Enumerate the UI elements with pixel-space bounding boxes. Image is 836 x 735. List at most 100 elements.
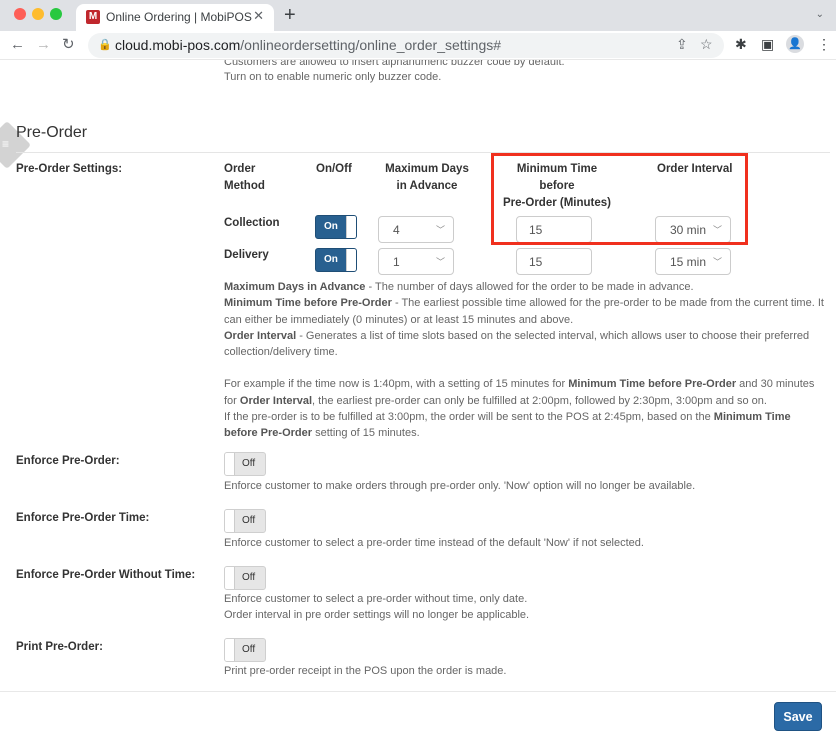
collection-min-time-input[interactable]	[516, 216, 592, 243]
tab-search-chevron-icon[interactable]: ⌄	[816, 9, 824, 20]
lock-icon[interactable]: 🔒	[98, 38, 112, 51]
mobipos-favicon-icon: M	[86, 10, 100, 24]
buzzer-note-line-2: Turn on to enable numeric only buzzer co…	[224, 71, 442, 83]
example-text: , the earliest pre-order can only be ful…	[312, 394, 767, 407]
print-pre-order-toggle[interactable]: Off	[224, 638, 266, 662]
toggle-label: On	[324, 221, 338, 232]
enforce-pre-order-time-toggle[interactable]: Off	[224, 509, 266, 533]
toggle-label: Off	[242, 644, 256, 655]
delivery-max-days-select[interactable]: 1 ﹀	[378, 248, 454, 275]
hamburger-icon: ≡	[2, 137, 10, 151]
forward-arrow-icon[interactable]: →	[36, 35, 51, 55]
select-value: 4	[393, 223, 400, 237]
url-host: cloud.mobi-pos.com	[115, 37, 241, 53]
delivery-order-interval-select[interactable]: 15 min ﹀	[655, 248, 731, 275]
collection-max-days-select[interactable]: 4 ﹀	[378, 216, 454, 243]
print-pre-order-desc: Print pre-order receipt in the POS upon …	[224, 665, 507, 677]
print-pre-order-label: Print Pre-Order:	[16, 641, 103, 653]
toggle-knob	[225, 639, 235, 661]
toggle-label: On	[324, 254, 338, 265]
url-text[interactable]: cloud.mobi-pos.com/onlineordersetting/on…	[115, 37, 501, 53]
help-term: Maximum Days in Advance	[224, 281, 366, 293]
help-example: For example if the time now is 1:40pm, w…	[224, 376, 824, 409]
browser-tab-active[interactable]: M Online Ordering | MobiPOS ✕	[76, 4, 274, 31]
browser-tab-bar: M Online Ordering | MobiPOS ✕ + ⌄	[0, 0, 836, 31]
enforce-pre-order-label: Enforce Pre-Order:	[16, 455, 120, 467]
new-tab-icon[interactable]: +	[284, 4, 296, 26]
page-content: Customers are allowed to insert alphanum…	[0, 60, 836, 735]
window-minimize-button[interactable]	[32, 8, 44, 20]
chevron-down-icon: ﹀	[712, 257, 722, 267]
header-min-time-line-2: before	[539, 180, 575, 192]
method-delivery: Delivery	[224, 249, 269, 261]
toggle-knob	[346, 249, 356, 271]
enforce-pre-order-time-desc: Enforce customer to select a pre-order t…	[224, 537, 644, 549]
header-max-days: Maximum Days in Advance	[372, 161, 482, 195]
browser-toolbar: ← → ↻ 🔒 cloud.mobi-pos.com/onlineorderse…	[0, 31, 836, 60]
toggle-label: Off	[242, 572, 256, 583]
enforce-pre-order-toggle[interactable]: Off	[224, 452, 266, 476]
enforce-pre-order-without-time-label: Enforce Pre-Order Without Time:	[16, 569, 196, 581]
delivery-min-time-input[interactable]	[516, 248, 592, 275]
header-min-time-line-3: Pre-Order (Minutes)	[503, 197, 611, 209]
side-panel-icon[interactable]: ▣	[761, 36, 774, 53]
select-value: 15 min	[670, 255, 707, 269]
help-interval: Order Interval - Generates a list of tim…	[224, 328, 824, 361]
pre-order-help-text: Maximum Days in Advance - The number of …	[224, 279, 824, 442]
example-text: If the pre-order is to be fulfilled at 3…	[224, 411, 714, 424]
header-order-method-line-1: Order	[224, 163, 256, 175]
window-maximize-button[interactable]	[50, 8, 62, 20]
toggle-label: Off	[242, 458, 256, 469]
header-order-interval: Order Interval	[657, 163, 733, 175]
toggle-knob	[225, 453, 235, 475]
enforce-pre-order-without-time-desc-2: Order interval in pre order settings wil…	[224, 609, 530, 621]
pre-order-settings-label: Pre-Order Settings:	[16, 163, 123, 175]
example-text: setting of 15 minutes.	[312, 427, 420, 440]
toggle-knob	[346, 216, 356, 238]
select-value: 1	[393, 255, 400, 269]
enforce-pre-order-without-time-desc-1: Enforce customer to select a pre-order w…	[224, 593, 528, 605]
extensions-puzzle-icon[interactable]: ✱	[735, 36, 747, 53]
save-button[interactable]: Save	[774, 702, 822, 731]
help-min-time: Minimum Time before Pre-Order - The earl…	[224, 295, 824, 328]
header-order-method-line-2: Method	[224, 180, 265, 192]
reload-icon[interactable]: ↻	[62, 35, 75, 55]
chevron-down-icon: ﹀	[435, 225, 445, 235]
bookmark-star-icon[interactable]: ☆	[700, 36, 713, 53]
help-example-2: If the pre-order is to be fulfilled at 3…	[224, 409, 824, 442]
help-desc: - The number of days allowed for the ord…	[365, 281, 694, 293]
enforce-pre-order-without-time-toggle[interactable]: Off	[224, 566, 266, 590]
delivery-toggle[interactable]: On	[315, 248, 357, 272]
back-arrow-icon[interactable]: ←	[10, 35, 25, 55]
tab-title: Online Ordering | MobiPOS	[106, 10, 252, 24]
share-icon[interactable]: ⇪	[676, 36, 688, 53]
header-max-days-line-2: in Advance	[396, 180, 458, 192]
toggle-knob	[225, 567, 235, 589]
profile-avatar-icon[interactable]: 👤	[786, 35, 804, 53]
method-collection: Collection	[224, 217, 280, 229]
help-desc: - Generates a list of time slots based o…	[224, 329, 810, 359]
header-order-method: Order Method	[224, 161, 265, 195]
example-text: For example if the time now is 1:40pm, w…	[224, 378, 569, 391]
url-path: /onlineordersetting/online_order_setting…	[240, 37, 502, 53]
example-term: Minimum Time before Pre-Order	[568, 378, 737, 391]
tab-close-icon[interactable]: ✕	[253, 8, 264, 24]
help-max-days: Maximum Days in Advance - The number of …	[224, 279, 824, 295]
chevron-down-icon: ﹀	[712, 225, 722, 235]
enforce-pre-order-time-label: Enforce Pre-Order Time:	[16, 512, 150, 524]
address-bar[interactable]: 🔒 cloud.mobi-pos.com/onlineordersetting/…	[88, 33, 724, 58]
toggle-knob	[225, 510, 235, 532]
browser-menu-icon[interactable]: ⋮	[817, 36, 831, 53]
window-close-button[interactable]	[14, 8, 26, 20]
toggle-label: Off	[242, 515, 256, 526]
example-term: Order Interval	[239, 394, 313, 407]
collection-order-interval-select[interactable]: 30 min ﹀	[655, 216, 731, 243]
select-value: 30 min	[670, 223, 707, 237]
header-min-time-line-1: Minimum Time	[516, 163, 598, 175]
enforce-pre-order-desc: Enforce customer to make orders through …	[224, 480, 696, 492]
help-term: Minimum Time before Pre-Order	[224, 297, 392, 310]
chevron-down-icon: ﹀	[435, 257, 445, 267]
header-on-off: On/Off	[316, 163, 352, 175]
header-max-days-line-1: Maximum Days	[385, 163, 469, 175]
collection-toggle[interactable]: On	[315, 215, 357, 239]
